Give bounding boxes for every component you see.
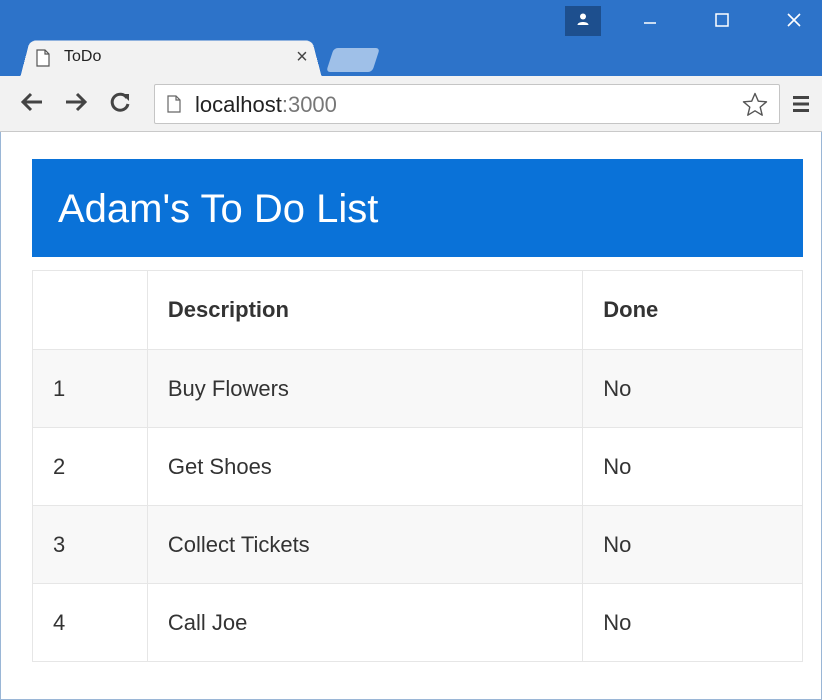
column-header-description: Description (146, 270, 584, 350)
page-title: Adam's To Do List (58, 187, 379, 231)
column-header-number (32, 270, 148, 350)
tab-title: ToDo (64, 48, 102, 65)
row-done: No (582, 505, 803, 584)
person-icon (576, 12, 590, 31)
url-text: localhost:3000 (195, 93, 337, 117)
row-description: Get Shoes (146, 427, 584, 506)
forward-arrow-icon (64, 92, 88, 117)
column-header-done: Done (582, 270, 803, 350)
row-number: 3 (32, 505, 148, 584)
row-done: No (582, 427, 803, 506)
row-description: Call Joe (146, 583, 584, 662)
row-number: 4 (32, 583, 148, 662)
row-done: No (582, 349, 803, 428)
maximize-icon (714, 12, 730, 33)
page-header: Adam's To Do List (32, 159, 803, 257)
browser-menu-button[interactable] (790, 93, 812, 115)
close-icon (786, 12, 802, 33)
new-tab-button[interactable] (326, 48, 380, 72)
star-icon[interactable] (741, 91, 769, 119)
close-window-button[interactable] (772, 8, 816, 36)
hamburger-menu-icon (790, 96, 812, 119)
minimize-icon (643, 13, 657, 32)
address-bar[interactable]: localhost:3000 (154, 84, 780, 124)
row-done: No (582, 583, 803, 662)
row-description: Buy Flowers (146, 349, 584, 428)
tab-close-button[interactable]: × (292, 45, 312, 69)
forward-button[interactable] (62, 90, 90, 118)
page-icon (36, 49, 50, 67)
row-number: 1 (32, 349, 148, 428)
todo-table: Description Done 1 Buy Flowers No 2 Get … (32, 270, 803, 662)
table-row: 1 Buy Flowers No (32, 349, 803, 428)
reload-icon (109, 91, 131, 118)
url-host: localhost (195, 92, 282, 117)
back-arrow-icon (20, 92, 44, 117)
profile-button[interactable] (565, 6, 601, 36)
minimize-button[interactable] (628, 8, 672, 36)
reload-button[interactable] (106, 90, 134, 118)
url-port: :3000 (281, 92, 337, 117)
maximize-button[interactable] (700, 8, 744, 36)
row-description: Collect Tickets (146, 505, 584, 584)
browser-toolbar: localhost:3000 (0, 76, 822, 132)
page-icon (167, 95, 181, 113)
table-row: 3 Collect Tickets No (32, 505, 803, 584)
row-number: 2 (32, 427, 148, 506)
table-row: 2 Get Shoes No (32, 427, 803, 506)
back-button[interactable] (18, 90, 46, 118)
table-header-row: Description Done (32, 270, 803, 350)
table-row: 4 Call Joe No (32, 583, 803, 662)
browser-tab[interactable]: ToDo × (20, 38, 322, 78)
